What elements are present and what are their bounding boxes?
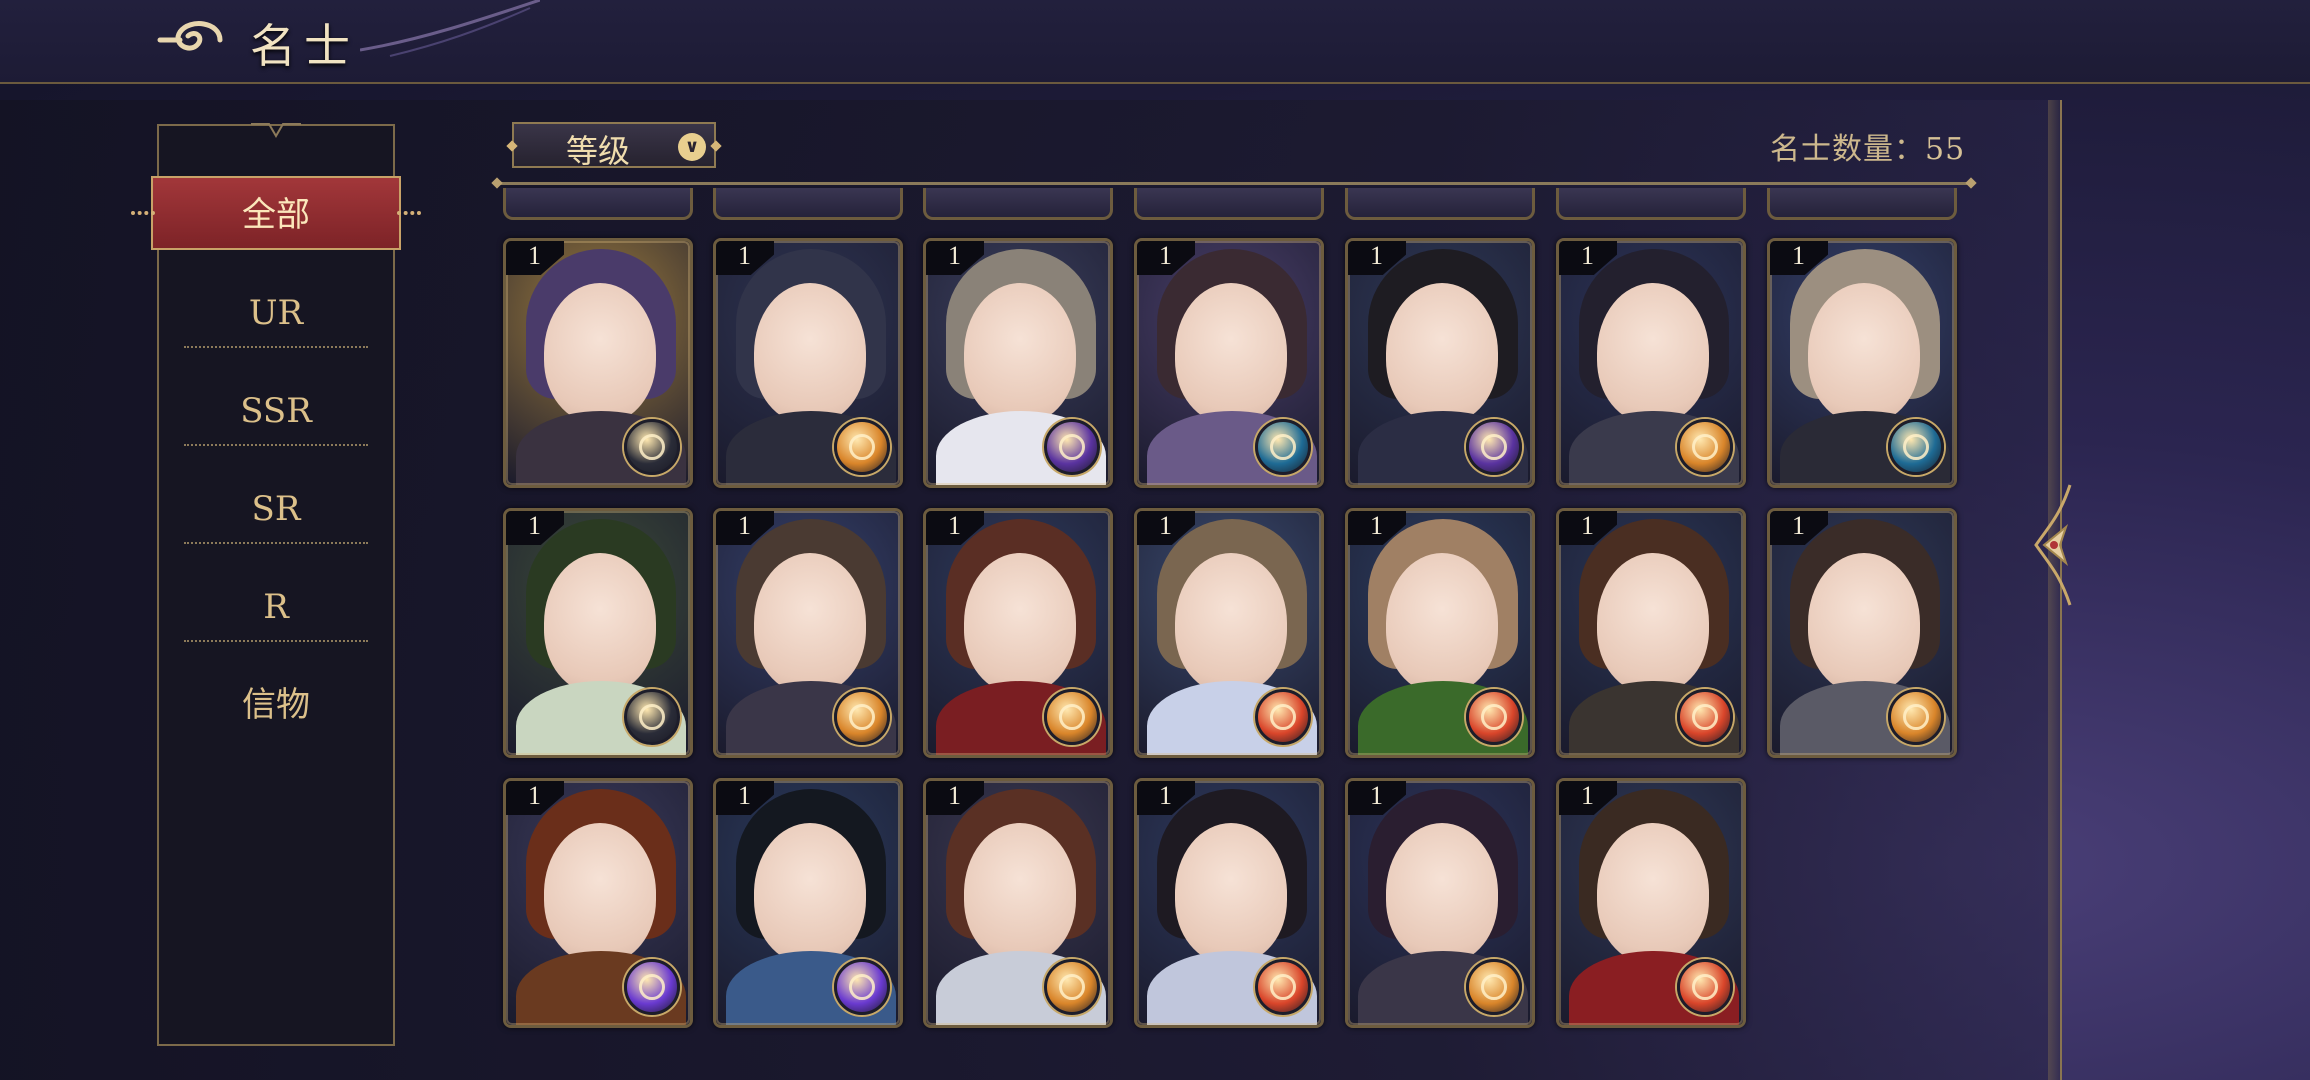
category-tab-ur[interactable]: UR — [159, 278, 393, 348]
fire-element-icon — [1044, 689, 1100, 745]
sort-label: 等级 — [566, 132, 631, 170]
level-value: 1 — [738, 781, 751, 810]
hero-card[interactable]: 1 — [1556, 778, 1746, 1028]
hero-count-value: 55 — [1925, 132, 1966, 167]
arcane-element-icon — [624, 959, 680, 1015]
sun-element-icon — [1255, 959, 1311, 1015]
card-partial[interactable] — [713, 188, 903, 220]
hero-count-label: 名士数量： — [1770, 132, 1925, 167]
level-value: 1 — [738, 511, 751, 540]
hero-card[interactable]: 1 — [923, 778, 1113, 1028]
cloud-swirl-icon — [157, 21, 223, 51]
hero-card[interactable]: 1 — [1345, 508, 1535, 758]
fire-element-icon — [1888, 689, 1944, 745]
hero-card[interactable]: 1 — [1134, 778, 1324, 1028]
card-partial[interactable] — [503, 188, 693, 220]
level-value: 1 — [1370, 781, 1383, 810]
hero-card[interactable]: 1 — [503, 238, 693, 488]
level-value: 1 — [528, 241, 541, 270]
hero-count: 名士数量：55 — [1770, 124, 1965, 168]
category-label: SSR — [240, 391, 312, 431]
level-value: 1 — [1581, 511, 1594, 540]
page-title: 名士 — [250, 19, 358, 73]
category-tab-sr[interactable]: SR — [159, 474, 393, 544]
list-top-divider — [497, 182, 1971, 185]
sun-element-icon — [1677, 959, 1733, 1015]
category-label: 全部 — [242, 195, 310, 235]
level-value: 1 — [948, 781, 961, 810]
level-value: 1 — [1792, 241, 1805, 270]
sun-element-icon — [1466, 689, 1522, 745]
chevron-down-icon: ∨ — [678, 133, 706, 161]
level-value: 1 — [738, 241, 751, 270]
page-header: 名士 — [0, 0, 2310, 84]
hero-card[interactable]: 1 — [1556, 508, 1746, 758]
header-ornament — [360, 0, 540, 57]
card-partial[interactable] — [923, 188, 1113, 220]
level-value: 1 — [1370, 511, 1383, 540]
divider — [184, 542, 368, 544]
level-value: 1 — [1370, 241, 1383, 270]
category-label: SR — [251, 489, 301, 529]
hero-card[interactable]: 1 — [1767, 508, 1957, 758]
hero-card[interactable]: 1 — [503, 778, 693, 1028]
category-label: UR — [248, 293, 304, 333]
fire-element-icon — [834, 689, 890, 745]
water-element-icon — [1888, 419, 1944, 475]
void-element-icon — [1466, 419, 1522, 475]
water-element-icon — [1255, 419, 1311, 475]
category-tab-ssr[interactable]: SSR — [159, 376, 393, 446]
void-element-icon — [1044, 419, 1100, 475]
level-value: 1 — [948, 511, 961, 540]
dark-element-icon — [624, 419, 680, 475]
hero-card[interactable]: 1 — [503, 508, 693, 758]
tab-ornament-left — [131, 211, 155, 219]
fire-element-icon — [1466, 959, 1522, 1015]
hero-card[interactable]: 1 — [713, 508, 903, 758]
category-tab-all[interactable]: 全部 — [131, 176, 421, 250]
hero-card[interactable]: 1 — [1134, 238, 1324, 488]
category-tab-r[interactable]: R — [159, 572, 393, 642]
hero-card[interactable]: 1 — [1345, 238, 1535, 488]
hero-card[interactable]: 1 — [1134, 508, 1324, 758]
level-value: 1 — [948, 241, 961, 270]
sun-element-icon — [1255, 689, 1311, 745]
level-value: 1 — [1159, 241, 1172, 270]
dark-element-icon — [624, 689, 680, 745]
fire-element-icon — [834, 419, 890, 475]
level-value: 1 — [1581, 241, 1594, 270]
category-tab-token[interactable]: 信物 — [159, 670, 393, 740]
card-partial[interactable] — [1345, 188, 1535, 220]
hero-card[interactable]: 1 — [1345, 778, 1535, 1028]
divider — [184, 640, 368, 642]
card-partial[interactable] — [1556, 188, 1746, 220]
hero-card[interactable]: 1 — [1767, 238, 1957, 488]
level-value: 1 — [1159, 511, 1172, 540]
collapse-arrow-icon[interactable] — [2030, 475, 2078, 615]
hero-card[interactable]: 1 — [713, 778, 903, 1028]
hero-card[interactable]: 1 — [1556, 238, 1746, 488]
category-sidebar: 全部 UR SSR SR R 信物 — [131, 123, 421, 1046]
category-label: R — [263, 587, 289, 627]
card-partial[interactable] — [1767, 188, 1957, 220]
tab-ornament-right — [397, 211, 421, 219]
level-value: 1 — [528, 781, 541, 810]
category-label: 信物 — [242, 685, 310, 725]
level-value: 1 — [1159, 781, 1172, 810]
level-value: 1 — [1581, 781, 1594, 810]
hero-card[interactable]: 1 — [713, 238, 903, 488]
divider — [184, 346, 368, 348]
level-value: 1 — [528, 511, 541, 540]
sidebar-notch-ornament — [251, 123, 301, 138]
card-partial[interactable] — [1134, 188, 1324, 220]
sun-element-icon — [1677, 689, 1733, 745]
fire-element-icon — [1044, 959, 1100, 1015]
fire-element-icon — [1677, 419, 1733, 475]
level-value: 1 — [1792, 511, 1805, 540]
hero-card[interactable]: 1 — [923, 508, 1113, 758]
divider — [184, 444, 368, 446]
sort-dropdown[interactable]: 等级 ∨ — [506, 122, 722, 170]
hero-card[interactable]: 1 — [923, 238, 1113, 488]
arcane-element-icon — [834, 959, 890, 1015]
